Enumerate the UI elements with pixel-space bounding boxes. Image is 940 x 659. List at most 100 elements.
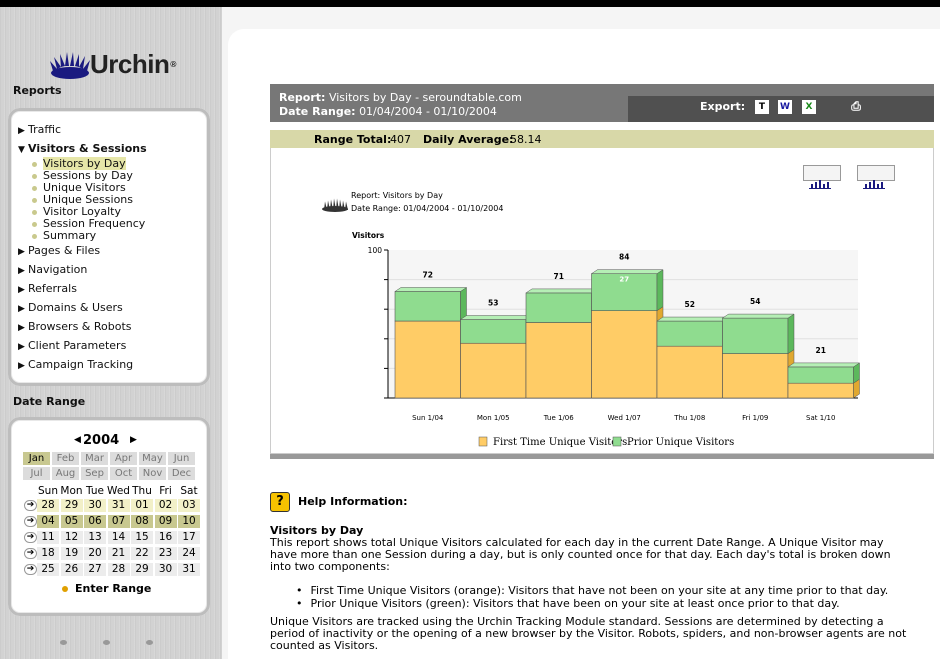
calendar-day[interactable]: 27	[84, 563, 106, 576]
bar-total-label: 53	[488, 299, 498, 308]
calendar-day[interactable]: 25	[37, 563, 59, 576]
x-tick-label: Mon 1/05	[477, 414, 510, 422]
screw-decoration	[146, 640, 153, 645]
chart-subtitle: Date Range: 01/04/2004 - 01/10/2004	[351, 204, 503, 213]
nav-navigation[interactable]: ▶ Navigation	[18, 263, 87, 276]
next-year-icon[interactable]: ▶	[130, 435, 137, 445]
reports-nav-panel: ▶ Traffic ▼ Visitors & Sessions Visitors b…	[8, 108, 210, 386]
nav-domains-users[interactable]: ▶ Domains & Users	[18, 301, 123, 314]
calendar-day[interactable]: 15	[131, 531, 153, 544]
month-oct[interactable]: Oct	[110, 467, 137, 480]
calendar-day[interactable]: 19	[60, 547, 83, 560]
select-week-arrow-icon[interactable]: ➔	[24, 516, 37, 527]
calendar-day[interactable]: 24	[178, 547, 200, 560]
calendar-day[interactable]: 06	[84, 515, 106, 528]
export-word-icon[interactable]: W	[778, 100, 792, 114]
bar-segment	[656, 345, 723, 399]
month-nov[interactable]: Nov	[139, 467, 166, 480]
calendar-day[interactable]: 17	[178, 531, 200, 544]
triangle-right-icon: ▶	[18, 126, 25, 136]
month-aug[interactable]: Aug	[52, 467, 79, 480]
prev-year-icon[interactable]: ◀	[74, 435, 81, 445]
triangle-right-icon: ▶	[18, 285, 25, 295]
urchin-logo[interactable]: Urchin ®	[50, 49, 177, 80]
dow-wed: Wed	[107, 485, 130, 497]
calendar-day[interactable]: 30	[84, 499, 106, 512]
month-feb[interactable]: Feb	[52, 452, 79, 465]
sub-summary[interactable]: Summary	[32, 229, 96, 242]
bar-icon	[815, 182, 817, 188]
select-week-arrow-icon[interactable]: ➔	[24, 500, 37, 511]
help-bullet: Prior Unique Visitors (green): Visitors …	[296, 597, 888, 610]
select-week-arrow-icon[interactable]: ➔	[24, 532, 37, 543]
month-may[interactable]: May	[139, 452, 166, 465]
legend-swatch	[612, 436, 622, 447]
calendar-day[interactable]: 30	[154, 563, 177, 576]
nav-campaign-tracking[interactable]: ▶ Campaign Tracking	[18, 358, 133, 371]
month-jun[interactable]: Jun	[168, 452, 195, 465]
report-value: Visitors by Day - seroundtable.com	[328, 91, 522, 104]
screw-decoration	[60, 640, 67, 645]
chart-bottom-border	[270, 454, 934, 459]
triangle-right-icon: ▶	[18, 247, 25, 257]
calendar-day[interactable]: 01	[131, 499, 153, 512]
export-label: Export:	[700, 100, 746, 113]
calendar-day[interactable]: 22	[131, 547, 153, 560]
dow-mon: Mon	[60, 485, 83, 497]
calendar-day[interactable]: 05	[60, 515, 83, 528]
month-mar[interactable]: Mar	[81, 452, 108, 465]
nav-visitors-sessions[interactable]: ▼ Visitors & Sessions	[18, 142, 147, 155]
brand-reg: ®	[169, 60, 178, 69]
calendar-day[interactable]: 21	[107, 547, 130, 560]
calendar-day[interactable]: 02	[154, 499, 177, 512]
export-tab-delimited-icon[interactable]: T	[755, 100, 769, 114]
triangle-right-icon: ▶	[18, 361, 25, 371]
nav-traffic[interactable]: ▶ Traffic	[18, 123, 61, 136]
export-excel-icon[interactable]: X	[802, 100, 816, 114]
range-value: 01/04/2004 - 01/10/2004	[359, 105, 497, 118]
month-jan[interactable]: Jan	[23, 452, 50, 465]
month-jul[interactable]: Jul	[23, 467, 50, 480]
select-week-arrow-icon[interactable]: ➔	[24, 548, 37, 559]
calendar-day[interactable]: 10	[178, 515, 200, 528]
calendar-day[interactable]: 29	[131, 563, 153, 576]
calendar-day[interactable]: 09	[154, 515, 177, 528]
nav-pages-files[interactable]: ▶ Pages & Files	[18, 244, 100, 257]
calendar-day[interactable]: 12	[60, 531, 83, 544]
calendar-day[interactable]: 16	[154, 531, 177, 544]
calendar-day[interactable]: 11	[37, 531, 59, 544]
bar-segment	[787, 366, 854, 384]
legend-label: First Time Unique Visitors	[493, 437, 627, 448]
print-icon[interactable]: ⎙	[849, 100, 863, 114]
calendar-day[interactable]: 03	[178, 499, 200, 512]
select-week-arrow-icon[interactable]: ➔	[24, 564, 37, 575]
calendar-day[interactable]: 29	[60, 499, 83, 512]
calendar-day[interactable]: 28	[37, 499, 59, 512]
month-sep[interactable]: Sep	[81, 467, 108, 480]
month-apr[interactable]: Apr	[110, 452, 137, 465]
calendar-day[interactable]: 08	[131, 515, 153, 528]
nav-browsers-robots[interactable]: ▶ Browsers & Robots	[18, 320, 132, 333]
calendar-day[interactable]: 31	[178, 563, 200, 576]
x-tick-label: Tue 1/06	[543, 414, 574, 422]
calendar-day[interactable]: 18	[37, 547, 59, 560]
calendar-day[interactable]: 14	[107, 531, 130, 544]
nav-client-parameters[interactable]: ▶ Client Parameters	[18, 339, 126, 352]
calendar-day[interactable]: 13	[84, 531, 106, 544]
nav-referrals[interactable]: ▶ Referrals	[18, 282, 77, 295]
y-axis-label: Visitors	[352, 231, 385, 240]
calendar-day[interactable]: 31	[107, 499, 130, 512]
calendar-day[interactable]: 04	[37, 515, 59, 528]
report-label: Report:	[279, 91, 326, 104]
calendar-day[interactable]: 28	[107, 563, 130, 576]
month-dec[interactable]: Dec	[168, 467, 195, 480]
bar-side	[656, 269, 664, 312]
calendar-day[interactable]: 07	[107, 515, 130, 528]
bar-segment	[525, 322, 592, 399]
calendar-day[interactable]: 23	[154, 547, 177, 560]
enter-range-button[interactable]: Enter Range	[62, 582, 151, 595]
bar-top	[656, 316, 730, 322]
calendar-day[interactable]: 26	[60, 563, 83, 576]
legend-label: Prior Unique Visitors	[627, 437, 734, 448]
calendar-day[interactable]: 20	[84, 547, 106, 560]
